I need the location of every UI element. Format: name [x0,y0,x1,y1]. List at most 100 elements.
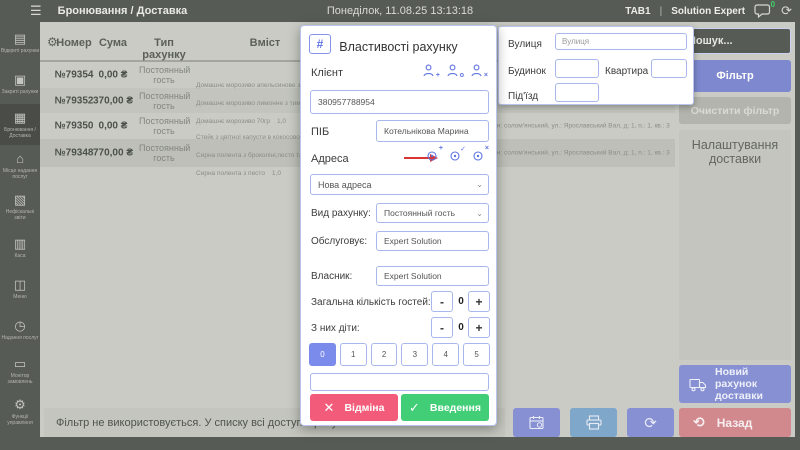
gear-icon: ⚙ [14,398,26,412]
guest-count-chips: 0 1 2 3 4 5 [309,343,490,366]
delivery-settings-title: Налаштування доставки [679,130,791,166]
account-sum: 0,00 ₴ [88,70,138,81]
chat-badge: 0 [771,0,775,9]
street-label: Вулиця [508,39,542,50]
account-type-select[interactable]: Постоянный гость ⌄ [376,203,489,223]
sidebar-item-service-provision[interactable]: ◷ Надання послуг [0,309,40,350]
client-clear-icon[interactable]: × [471,64,486,78]
booking-delivery-icon: ▦ [14,111,26,125]
owner-field[interactable]: Expert Solution [376,266,489,286]
address-add-icon[interactable]: + [426,149,440,163]
serves-field[interactable]: Expert Solution [376,231,489,251]
cancel-x-icon: ✕ [324,400,335,416]
address-popup: Вулиця Будинок Квартира Під'їзд [498,26,694,105]
sidebar-item-booking-delivery[interactable]: ▦ Бронювання / Доставка [0,104,40,145]
chip-3[interactable]: 3 [401,343,428,366]
cancel-button[interactable]: ✕ Відміна [310,394,398,421]
address-select[interactable]: Нова адреса ⌄ [310,174,489,195]
fullname-field[interactable]: Котельнікова Марина [376,120,489,142]
children-value: 0 [454,322,468,333]
account-sum: 370,00 ₴ [88,95,138,106]
search-input[interactable] [679,28,791,54]
sidebar-item-menu[interactable]: ◫ Меню [0,268,40,309]
account-type: Постоянныйгость [139,116,189,136]
client-select-icon[interactable]: o [447,64,462,78]
chevron-down-icon: ⌄ [476,209,483,218]
back-button[interactable]: ⟲ Назад [679,408,791,437]
cash-register-icon: ▥ [14,237,26,251]
truck-icon [689,377,708,392]
client-phone-field[interactable]: 380957788954 [310,90,489,114]
column-header-sum: Сума [88,37,138,49]
street-input[interactable] [555,33,687,50]
account-type: Постоянныйгость [139,143,189,163]
account-sum: 770,00 ₴ [88,148,138,159]
children-minus-button[interactable]: - [431,317,453,338]
menu-book-icon: ◫ [14,278,26,292]
chip-1[interactable]: 1 [340,343,367,366]
sidebar-item-closed-accounts[interactable]: ▣ Закриті рахунки [0,63,40,104]
separator: | [660,6,663,17]
print-button[interactable] [570,408,617,437]
address-label: Адреса [311,153,349,165]
chip-0[interactable]: 0 [309,343,336,366]
calendar-icon [529,415,545,430]
open-accounts-icon: ▤ [14,32,26,46]
children-plus-button[interactable]: + [468,317,490,338]
chevron-down-icon: ⌄ [476,180,483,189]
modal-title: Властивості рахунку [301,40,496,54]
client-label: Клієнт [311,67,343,79]
sidebar-item-management[interactable]: ⚙ Функції управління [0,391,40,432]
confirm-check-icon: ✓ [409,400,420,416]
account-sum: 0,00 ₴ [88,121,138,132]
refresh-button[interactable]: ⟳ [627,408,674,437]
sidebar-item-order-monitor[interactable]: ▭ Монітор замовлень [0,350,40,391]
fullname-label: ПІБ [311,126,329,138]
sidebar-item-service-place[interactable]: ⌂ Місце надання послуг [0,145,40,186]
apartment-input[interactable] [651,59,687,78]
account-type: Постоянныйгость [139,91,189,111]
account-type: Постоянныйгость [139,65,189,85]
address-delete-icon[interactable]: × [472,149,486,163]
chip-4[interactable]: 4 [432,343,459,366]
address-edit-icon[interactable]: ✓ [449,149,463,163]
closed-accounts-icon: ▣ [14,73,26,87]
filter-button[interactable]: Фільтр [679,60,791,92]
reservation-calendar-button[interactable] [513,408,560,437]
chip-2[interactable]: 2 [371,343,398,366]
guests-minus-button[interactable]: - [431,291,453,312]
apartment-label: Квартира [605,66,648,77]
terminal-tab-label: TAB1 [625,6,650,17]
entrance-input[interactable] [555,83,599,102]
column-header-type: Тип рахунку [139,37,189,61]
user-name: Solution Expert [671,6,745,17]
account-properties-modal: # Властивості рахунку Клієнт + o × 38095… [300,25,497,426]
monitor-icon: ▭ [14,357,26,371]
refresh-icon: ⟳ [644,414,657,432]
confirm-button[interactable]: ✓ Введення [401,394,489,421]
guests-plus-button[interactable]: + [468,291,490,312]
house-label: Будинок [508,66,546,77]
new-delivery-account-button[interactable]: Новий рахунок доставки [679,365,791,403]
reports-icon: ▧ [14,193,26,207]
service-place-icon: ⌂ [16,152,24,166]
house-input[interactable] [555,59,599,78]
clear-filter-button[interactable]: Очистити фільтр [679,97,791,124]
client-add-icon[interactable]: + [423,64,438,78]
sidebar-item-open-accounts[interactable]: ▤ Відкриті рахунки [0,22,40,63]
comment-input[interactable] [310,373,489,391]
sync-icon[interactable]: ⟳ [781,3,792,19]
sidebar: ▤ Відкриті рахунки ▣ Закриті рахунки ▦ Б… [0,22,40,450]
account-type-label: Вид рахунку: [311,208,371,219]
top-bar: ☰ Бронювання / Доставка Понеділок, 11.08… [0,0,800,22]
printer-icon [586,415,602,430]
sidebar-item-nonfiscal-reports[interactable]: ▧ Нефіскальні звіти [0,186,40,227]
entrance-label: Під'їзд [508,91,538,102]
children-label: З них діти: [311,323,360,334]
sidebar-item-cash-register[interactable]: ▥ Каса [0,227,40,268]
serves-label: Обслуговує: [311,236,367,247]
chip-5[interactable]: 5 [463,343,490,366]
chat-icon[interactable]: 0 [754,4,772,19]
total-guests-label: Загальна кількість гостей: [311,297,431,308]
back-arrow-icon: ⟲ [693,414,705,431]
